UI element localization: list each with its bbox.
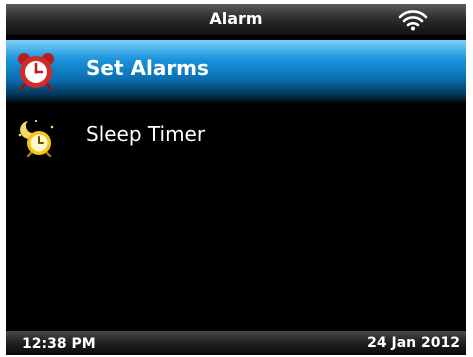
moon-clock-icon [18,119,54,157]
page-title: Alarm [209,9,263,28]
menu-item-label: Sleep Timer [86,122,206,146]
status-bar: 12:38 PM 24 Jan 2012 [6,331,466,355]
wifi-icon [398,10,428,31]
title-bar: Alarm [6,4,466,35]
alarm-clock-icon [18,53,54,91]
menu-item-set-alarms[interactable]: Set Alarms [6,40,466,104]
menu-item-sleep-timer[interactable]: Sleep Timer [6,106,466,170]
device-bezel: Alarm Set Alarms Sleep Timer 12:38 PM 24… [0,0,473,357]
device-screen: Alarm Set Alarms Sleep Timer 12:38 PM 24… [6,4,466,355]
status-date: 24 Jan 2012 [367,335,460,351]
status-time: 12:38 PM [22,336,96,352]
menu-item-label: Set Alarms [86,56,209,80]
